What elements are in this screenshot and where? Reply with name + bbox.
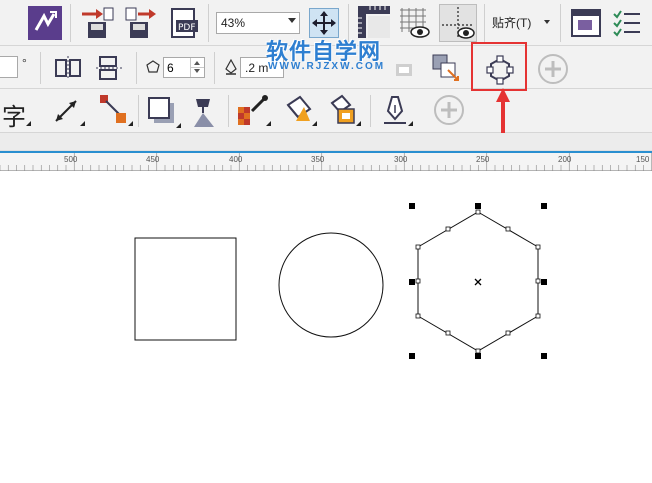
- horizontal-ruler[interactable]: 500 450 400 350 300 250 200 150: [0, 151, 652, 171]
- red-arrow-icon: [494, 86, 512, 136]
- selection-handles[interactable]: [409, 203, 547, 359]
- separator: [214, 52, 215, 84]
- polygon-sides-icon: [146, 60, 160, 74]
- connector-tool-icon[interactable]: [98, 93, 134, 127]
- ruler-label: 350: [311, 155, 325, 164]
- mirror-horizontal-icon[interactable]: [52, 54, 84, 82]
- export-icon[interactable]: [124, 6, 160, 40]
- flyout-indicator: [176, 123, 181, 128]
- separator: [228, 95, 229, 127]
- zoom-value: 43%: [221, 16, 246, 30]
- degree-unit-label: °: [22, 56, 27, 70]
- watermark-url: WWW.RJZXW.COM: [268, 61, 386, 72]
- outline-pen-icon[interactable]: [378, 93, 414, 129]
- separator: [370, 95, 371, 127]
- ruler-header-band: [0, 133, 652, 151]
- canvas-drawing: [134, 203, 547, 359]
- center-mark-icon[interactable]: [474, 278, 482, 286]
- tool-strip: 字: [0, 89, 652, 133]
- ruler-label: 400: [229, 155, 243, 164]
- welcome-screen-icon[interactable]: [570, 8, 602, 38]
- options-icon[interactable]: [612, 8, 642, 38]
- corel-launcher-icon[interactable]: [28, 6, 62, 40]
- circle-shape[interactable]: [278, 232, 384, 338]
- import-icon[interactable]: [80, 6, 116, 40]
- drop-shadow-tool-icon[interactable]: [146, 95, 182, 129]
- flyout-indicator: [408, 121, 413, 126]
- ruler-label: 300: [394, 155, 408, 164]
- text-tool-button[interactable]: 字: [0, 97, 32, 131]
- add-icon[interactable]: [536, 52, 570, 86]
- guidelines-view-icon[interactable]: [439, 4, 477, 42]
- rotation-angle-field[interactable]: [0, 56, 18, 78]
- separator: [484, 4, 485, 42]
- to-back-icon[interactable]: [430, 52, 462, 84]
- flyout-indicator: [128, 121, 133, 126]
- highlight-box: [471, 42, 527, 91]
- publish-pdf-icon[interactable]: PDF: [166, 6, 202, 40]
- chevron-down-icon: [288, 18, 296, 23]
- separator: [40, 52, 41, 84]
- outline-width-icon: [224, 58, 238, 75]
- dimension-tool-icon[interactable]: [50, 97, 86, 127]
- flyout-indicator: [26, 121, 31, 126]
- zoom-level-combo[interactable]: 43%: [216, 12, 300, 34]
- separator: [136, 52, 137, 84]
- mirror-vertical-icon[interactable]: [94, 54, 126, 82]
- decrement-button[interactable]: [190, 67, 204, 77]
- drawing-canvas[interactable]: [0, 171, 652, 483]
- separator: [70, 4, 71, 42]
- separator: [138, 95, 139, 127]
- ruler-label: 150: [636, 155, 650, 164]
- flyout-indicator: [80, 121, 85, 126]
- transparency-tool-icon[interactable]: [188, 93, 222, 129]
- flyout-indicator: [266, 121, 271, 126]
- ruler-label: 250: [476, 155, 490, 164]
- ruler-label: 200: [558, 155, 572, 164]
- flyout-indicator: [312, 121, 317, 126]
- polygon-sides-value: 6: [167, 61, 174, 75]
- text-tool-glyph: 字: [2, 103, 26, 131]
- add-icon[interactable]: [432, 93, 468, 129]
- svg-text:PDF: PDF: [178, 23, 196, 33]
- smart-fill-icon[interactable]: [326, 93, 362, 129]
- ruler-label: 500: [64, 155, 78, 164]
- watermark: 软件自学网 WWW.RJZXW.COM: [262, 34, 432, 80]
- ruler-label: 450: [146, 155, 160, 164]
- color-eyedropper-icon[interactable]: [236, 93, 272, 129]
- snap-to-label: 贴齐(T): [492, 16, 532, 30]
- interactive-fill-icon[interactable]: [282, 93, 318, 129]
- chevron-down-icon: [544, 20, 550, 24]
- separator: [208, 4, 209, 42]
- snap-to-dropdown[interactable]: 贴齐(T): [492, 14, 552, 32]
- square-shape[interactable]: [134, 237, 237, 341]
- separator: [560, 4, 561, 42]
- polygon-sides-spinner[interactable]: 6: [163, 57, 205, 78]
- flyout-indicator: [356, 121, 361, 126]
